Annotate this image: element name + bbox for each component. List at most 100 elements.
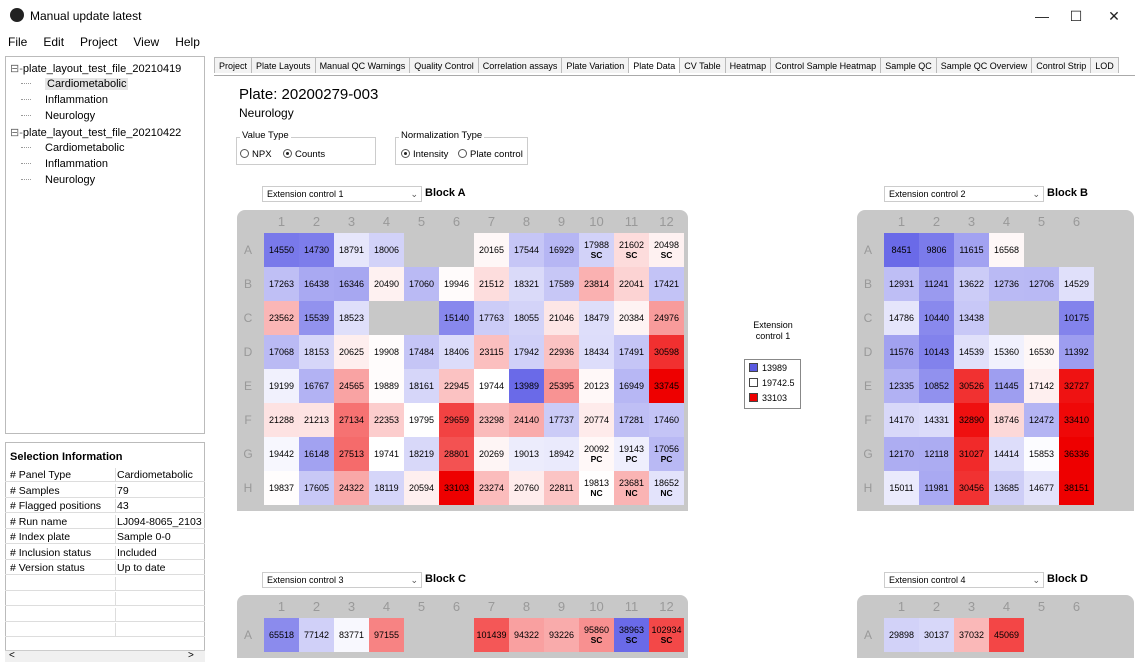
plate-well[interactable]: 12472 <box>1024 403 1059 437</box>
maximize-button[interactable]: ☐ <box>1058 4 1094 28</box>
tree-collapse-icon[interactable]: ⊟- <box>10 63 23 75</box>
plate-well[interactable]: 17737 <box>544 403 579 437</box>
plate-well[interactable]: 21046 <box>544 301 579 335</box>
plate-well[interactable]: 17421 <box>649 267 684 301</box>
plate-well[interactable]: 20498 SC <box>649 233 684 267</box>
radio-npx[interactable]: NPX <box>240 149 272 160</box>
tab-project[interactable]: Project <box>214 57 253 73</box>
plate-well[interactable]: 16346 <box>334 267 369 301</box>
plate-well[interactable]: 22945 <box>439 369 474 403</box>
plate-well[interactable]: 20490 <box>369 267 404 301</box>
plate-well[interactable]: 24322 <box>334 471 369 505</box>
plate-well[interactable]: 23115 <box>474 335 509 369</box>
plate-well[interactable]: 11615 <box>954 233 989 267</box>
minimize-button[interactable]: — <box>1024 4 1060 28</box>
plate-well[interactable]: 16767 <box>299 369 334 403</box>
plate-well[interactable]: 65518 <box>264 618 299 652</box>
plate-well[interactable] <box>439 618 474 652</box>
plate-well[interactable] <box>404 233 439 267</box>
radio-plate-control[interactable]: Plate control <box>458 149 523 160</box>
plate-well[interactable]: 36336 <box>1059 437 1094 471</box>
plate-well[interactable] <box>1024 301 1059 335</box>
plate-well[interactable] <box>1059 233 1094 267</box>
plate-well[interactable]: 102934 SC <box>649 618 684 652</box>
menu-edit[interactable]: Edit <box>43 35 64 49</box>
tree-node[interactable]: Inflammation <box>21 94 108 106</box>
radio-intensity-dot[interactable] <box>401 149 410 158</box>
plate-well[interactable]: 14550 <box>264 233 299 267</box>
plate-well[interactable]: 15140 <box>439 301 474 335</box>
plate-well[interactable]: 15853 <box>1024 437 1059 471</box>
plate-well[interactable]: 17142 <box>1024 369 1059 403</box>
tab-cv-table[interactable]: CV Table <box>679 57 726 73</box>
menu-project[interactable]: Project <box>80 35 117 49</box>
plate-well[interactable]: 16929 <box>544 233 579 267</box>
plate-well[interactable]: 45069 <box>989 618 1024 652</box>
plate-well[interactable]: 18942 <box>544 437 579 471</box>
plate-well[interactable]: 37032 <box>954 618 989 652</box>
tab-plate-data[interactable]: Plate Data <box>628 57 681 73</box>
plate-well[interactable]: 21512 <box>474 267 509 301</box>
plate-well[interactable]: 33745 <box>649 369 684 403</box>
tree-node-label[interactable]: Cardiometabolic <box>45 78 129 90</box>
plate-well[interactable]: 20123 <box>579 369 614 403</box>
tree-node[interactable]: ⊟-plate_layout_test_file_20210419 <box>10 62 181 75</box>
plate-well[interactable]: 23814 <box>579 267 614 301</box>
plate-well[interactable]: 20384 <box>614 301 649 335</box>
plate-well[interactable]: 20269 <box>474 437 509 471</box>
plate-well[interactable]: 18479 <box>579 301 614 335</box>
plate-well[interactable]: 17484 <box>404 335 439 369</box>
tree-node-label[interactable]: Cardiometabolic <box>45 142 124 154</box>
plate-well[interactable]: 27134 <box>334 403 369 437</box>
tab-manual-qc-warnings[interactable]: Manual QC Warnings <box>314 57 411 73</box>
plate-well[interactable]: 18006 <box>369 233 404 267</box>
plate-well[interactable]: 11241 <box>919 267 954 301</box>
plate-well[interactable]: 15539 <box>299 301 334 335</box>
plate-well[interactable]: 19889 <box>369 369 404 403</box>
plate-well[interactable]: 38963 SC <box>614 618 649 652</box>
plate-well[interactable]: 11981 <box>919 471 954 505</box>
plate-well[interactable]: 20092 PC <box>579 437 614 471</box>
plate-well[interactable]: 19143 PC <box>614 437 649 471</box>
plate-well[interactable]: 22936 <box>544 335 579 369</box>
plate-well[interactable]: 77142 <box>299 618 334 652</box>
plate-well[interactable]: 18161 <box>404 369 439 403</box>
plate-well[interactable]: 20760 <box>509 471 544 505</box>
plate-well[interactable]: 14170 <box>884 403 919 437</box>
plate-well[interactable]: 18321 <box>509 267 544 301</box>
plate-well[interactable]: 23274 <box>474 471 509 505</box>
plate-well[interactable]: 15011 <box>884 471 919 505</box>
plate-well[interactable]: 18434 <box>579 335 614 369</box>
plate-well[interactable]: 14786 <box>884 301 919 335</box>
tab-control-strip[interactable]: Control Strip <box>1031 57 1092 73</box>
plate-well[interactable]: 11445 <box>989 369 1024 403</box>
plate-well[interactable]: 17491 <box>614 335 649 369</box>
plate-well[interactable] <box>1024 618 1059 652</box>
plate-well[interactable]: 21602 SC <box>614 233 649 267</box>
plate-well[interactable]: 18406 <box>439 335 474 369</box>
plate-well[interactable]: 14414 <box>989 437 1024 471</box>
plate-well[interactable]: 18652 NC <box>649 471 684 505</box>
plate-well[interactable]: 17942 <box>509 335 544 369</box>
chevron-down-icon[interactable]: ⌄ <box>1032 573 1040 587</box>
tree-node-label[interactable]: plate_layout_test_file_20210419 <box>23 63 181 75</box>
plate-well[interactable]: 18153 <box>299 335 334 369</box>
plate-well[interactable]: 38151 <box>1059 471 1094 505</box>
plate-well[interactable]: 23298 <box>474 403 509 437</box>
plate-well[interactable]: 9806 <box>919 233 954 267</box>
tree-node[interactable]: Cardiometabolic <box>21 142 124 154</box>
plate-well[interactable]: 16148 <box>299 437 334 471</box>
menu-view[interactable]: View <box>133 35 159 49</box>
tab-plate-layouts[interactable]: Plate Layouts <box>251 57 316 73</box>
tab-correlation-assays[interactable]: Correlation assays <box>477 57 563 73</box>
tree-collapse-icon[interactable]: ⊟- <box>10 127 23 139</box>
plate-well[interactable]: 8451 <box>884 233 919 267</box>
plate-well[interactable]: 13622 <box>954 267 989 301</box>
menu-help[interactable]: Help <box>175 35 200 49</box>
plate-well[interactable]: 18219 <box>404 437 439 471</box>
plate-well[interactable]: 97155 <box>369 618 404 652</box>
plate-well[interactable]: 21288 <box>264 403 299 437</box>
plate-well[interactable]: 18791 <box>334 233 369 267</box>
plate-well[interactable]: 13438 <box>954 301 989 335</box>
plate-well[interactable]: 18746 <box>989 403 1024 437</box>
